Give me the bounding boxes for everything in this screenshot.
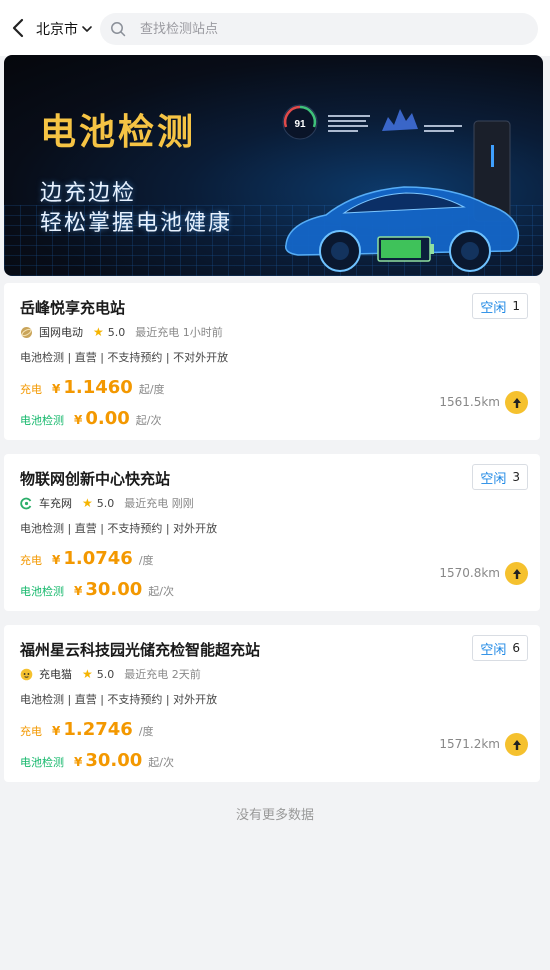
charge-price-row: 充电 ¥ 1.2746 /度 <box>20 719 154 740</box>
battery-icon <box>377 236 434 262</box>
distance: 1570.8km <box>439 566 500 580</box>
status-count: 6 <box>512 641 520 655</box>
navigate-button[interactable] <box>505 562 528 585</box>
status-text: 空闲 <box>480 471 507 487</box>
charge-price: 1.1460 <box>63 377 133 398</box>
station-card[interactable]: 福州星云科技园光储充检智能超充站 空闲 6 充电猫 ★ 5.0 最近充电 2天前… <box>4 625 540 782</box>
yen-symbol: ¥ <box>74 413 83 427</box>
test-price: 30.00 <box>85 750 143 771</box>
recent-charge: 最近充电 刚刚 <box>124 497 194 510</box>
navigate-button[interactable] <box>505 733 528 756</box>
search-bar[interactable] <box>100 13 538 45</box>
station-meta: 充电猫 ★ 5.0 最近充电 2天前 <box>20 666 201 682</box>
recent-charge: 最近充电 2天前 <box>124 668 201 681</box>
charge-price-row: 充电 ¥ 1.0746 /度 <box>20 548 154 569</box>
rating: 5.0 <box>96 667 115 681</box>
station-tags: 电池检测 | 直营 | 不支持预约 | 对外开放 <box>20 693 218 706</box>
yen-symbol: ¥ <box>74 584 83 598</box>
navigate-arrow-icon <box>512 397 521 408</box>
test-price-row: 电池检测 ¥ 0.00 起/次 <box>20 408 162 429</box>
charge-price-row: 充电 ¥ 1.1460 起/度 <box>20 377 165 398</box>
test-unit: 起/次 <box>148 585 175 598</box>
station-meta: 车充网 ★ 5.0 最近充电 刚刚 <box>20 495 194 511</box>
back-arrow-icon[interactable] <box>10 16 28 40</box>
gauge-value: 91 <box>294 119 306 130</box>
banner-subtitle-line2: 轻松掌握电池健康 <box>40 211 233 236</box>
status-count: 1 <box>512 299 520 313</box>
navigate-button[interactable] <box>505 391 528 414</box>
station-tags: 电池检测 | 直营 | 不支持预约 | 不对外开放 <box>20 351 229 364</box>
station-card[interactable]: 岳峰悦享充电站 空闲 1 国网电动 ★ 5.0 最近充电 1小时前 电池检测 |… <box>4 283 540 440</box>
station-name: 福州星云科技园光储充检智能超充站 <box>20 641 261 659</box>
navigate-arrow-icon <box>512 739 521 750</box>
station-meta: 国网电动 ★ 5.0 最近充电 1小时前 <box>20 324 223 340</box>
navigate-arrow-icon <box>512 568 521 579</box>
banner-title: 电池检测 <box>40 112 197 153</box>
battery-test-label: 电池检测 <box>20 585 64 598</box>
operator-name: 车充网 <box>39 497 72 510</box>
charging-network-icon <box>20 497 32 509</box>
chevron-down-icon <box>82 26 92 32</box>
city-selector[interactable]: 北京市 <box>36 19 93 39</box>
distance: 1561.5km <box>439 395 500 409</box>
status-badge: 空闲 6 <box>472 635 528 661</box>
charge-price: 1.0746 <box>63 548 133 569</box>
star-icon: ★ <box>82 667 93 681</box>
electric-car-illustration: 91 <box>282 104 520 272</box>
station-name: 岳峰悦享充电站 <box>20 299 126 317</box>
test-price-row: 电池检测 ¥ 30.00 起/次 <box>20 579 174 600</box>
status-badge: 空闲 1 <box>472 293 528 319</box>
charge-label: 充电 <box>20 725 42 738</box>
charge-price: 1.2746 <box>63 719 133 740</box>
test-price-row: 电池检测 ¥ 30.00 起/次 <box>20 750 174 771</box>
battery-gauge-icon: 91 <box>282 104 318 140</box>
distance: 1571.2km <box>439 737 500 751</box>
test-price: 30.00 <box>85 579 143 600</box>
operator-name: 国网电动 <box>39 326 83 339</box>
charge-unit: /度 <box>138 725 154 738</box>
charge-unit: 起/度 <box>138 383 165 396</box>
no-more-data: 没有更多数据 <box>235 808 314 823</box>
status-badge: 空闲 3 <box>472 464 528 490</box>
operator-name: 充电猫 <box>39 668 72 681</box>
top-bar: 北京市 <box>0 0 550 56</box>
charging-cat-icon <box>20 668 33 680</box>
city-label: 北京市 <box>36 22 78 38</box>
status-count: 3 <box>512 470 520 484</box>
rating: 5.0 <box>107 325 126 339</box>
state-grid-icon <box>21 326 32 338</box>
rating: 5.0 <box>96 496 115 510</box>
banner-subtitle-line1: 边充边检 <box>40 181 137 206</box>
station-card[interactable]: 物联网创新中心快充站 空闲 3 车充网 ★ 5.0 最近充电 刚刚 电池检测 |… <box>4 454 540 611</box>
station-tags: 电池检测 | 直营 | 不支持预约 | 对外开放 <box>20 522 218 535</box>
test-unit: 起/次 <box>148 756 175 769</box>
star-icon: ★ <box>93 325 104 339</box>
search-input[interactable] <box>140 13 520 45</box>
search-icon <box>111 22 126 37</box>
status-text: 空闲 <box>480 642 507 658</box>
battery-test-label: 电池检测 <box>20 414 64 427</box>
battery-test-banner[interactable]: 电池检测 边充边检 轻松掌握电池健康 91 <box>4 55 543 276</box>
charge-unit: /度 <box>138 554 154 567</box>
test-unit: 起/次 <box>135 414 162 427</box>
status-text: 空闲 <box>480 300 507 316</box>
charge-label: 充电 <box>20 554 42 567</box>
recent-charge: 最近充电 1小时前 <box>135 326 223 339</box>
star-icon: ★ <box>82 496 93 510</box>
yen-symbol: ¥ <box>52 382 61 396</box>
yen-symbol: ¥ <box>74 755 83 769</box>
test-price: 0.00 <box>85 408 130 429</box>
battery-test-label: 电池检测 <box>20 756 64 769</box>
station-name: 物联网创新中心快充站 <box>20 470 171 488</box>
yen-symbol: ¥ <box>52 553 61 567</box>
yen-symbol: ¥ <box>52 724 61 738</box>
charge-label: 充电 <box>20 383 42 396</box>
